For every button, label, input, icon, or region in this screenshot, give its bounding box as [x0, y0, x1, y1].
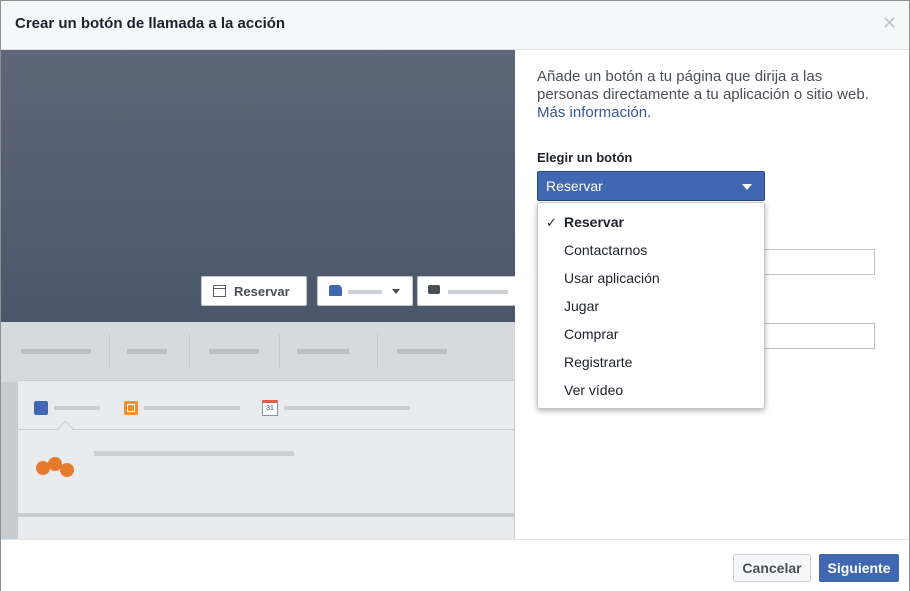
placeholder-bar	[94, 451, 294, 456]
dialog-title: Crear un botón de llamada a la acción	[15, 15, 286, 32]
dialog-footer: Cancelar Siguiente	[1, 539, 909, 591]
placeholder-bar	[54, 406, 100, 410]
preview-tab	[127, 349, 167, 354]
preview-composer: 31	[17, 380, 515, 514]
menu-item-contactarnos[interactable]: Contactarnos	[564, 242, 647, 258]
tab-divider	[377, 334, 378, 368]
preview-like-button	[317, 276, 413, 306]
preview-tab	[297, 349, 349, 354]
select-value: Reservar	[546, 178, 603, 194]
tab-divider	[189, 334, 190, 368]
menu-item-usar-aplicacion[interactable]: Usar aplicación	[564, 270, 660, 286]
preview-tab-row	[1, 322, 515, 382]
more-info-link[interactable]: Más información.	[537, 104, 651, 121]
tab-divider	[279, 334, 280, 368]
panel-description: Añade un botón a tu página que dirija a …	[537, 68, 887, 122]
composer-divider	[18, 429, 514, 430]
button-type-select[interactable]: Reservar	[537, 171, 765, 201]
avatar	[32, 451, 78, 487]
preview-story	[17, 516, 515, 539]
cta-dialog: Crear un botón de llamada a la acción ✕ …	[0, 0, 910, 591]
menu-item-registrarte[interactable]: Registrarte	[564, 354, 632, 370]
placeholder-bar	[284, 406, 410, 410]
composer-pointer	[57, 420, 74, 437]
close-icon[interactable]: ✕	[882, 13, 897, 33]
placeholder-bar	[144, 406, 240, 410]
placeholder-bar	[348, 290, 382, 294]
calendar-icon: 31	[262, 400, 278, 416]
tab-divider	[109, 334, 110, 368]
chevron-down-icon	[742, 184, 752, 190]
preview-tab	[209, 349, 259, 354]
fruit-shape	[60, 463, 74, 477]
cancel-button[interactable]: Cancelar	[733, 554, 811, 582]
preview-tab	[21, 349, 91, 354]
calendar-icon	[213, 285, 226, 297]
caret-down-icon	[392, 289, 400, 294]
thumbs-up-icon	[329, 285, 342, 296]
message-icon	[428, 285, 440, 294]
menu-item-jugar[interactable]: Jugar	[564, 298, 599, 314]
pencil-icon	[34, 401, 48, 415]
next-button[interactable]: Siguiente	[819, 554, 899, 582]
photo-icon	[124, 401, 138, 415]
description-text: Añade un botón a tu página que dirija a …	[537, 68, 869, 103]
page-preview: Reservar 31	[1, 50, 515, 539]
text-field[interactable]	[761, 323, 875, 349]
cover-photo: Reservar	[1, 50, 515, 322]
placeholder-bar	[448, 290, 508, 294]
preview-cta-button: Reservar	[201, 276, 307, 306]
choose-button-label: Elegir un botón	[537, 150, 633, 165]
menu-item-reservar[interactable]: Reservar	[564, 214, 624, 230]
button-type-menu: ✓ Reservar Contactarnos Usar aplicación …	[537, 202, 765, 409]
preview-message-button	[417, 276, 515, 306]
text-field[interactable]	[761, 249, 875, 275]
preview-tab	[397, 349, 447, 354]
menu-item-ver-video[interactable]: Ver vídeo	[564, 382, 623, 398]
preview-cta-label: Reservar	[234, 284, 290, 299]
dialog-header: Crear un botón de llamada a la acción ✕	[1, 1, 909, 50]
checkmark-icon: ✓	[546, 215, 557, 230]
menu-item-comprar[interactable]: Comprar	[564, 326, 618, 342]
